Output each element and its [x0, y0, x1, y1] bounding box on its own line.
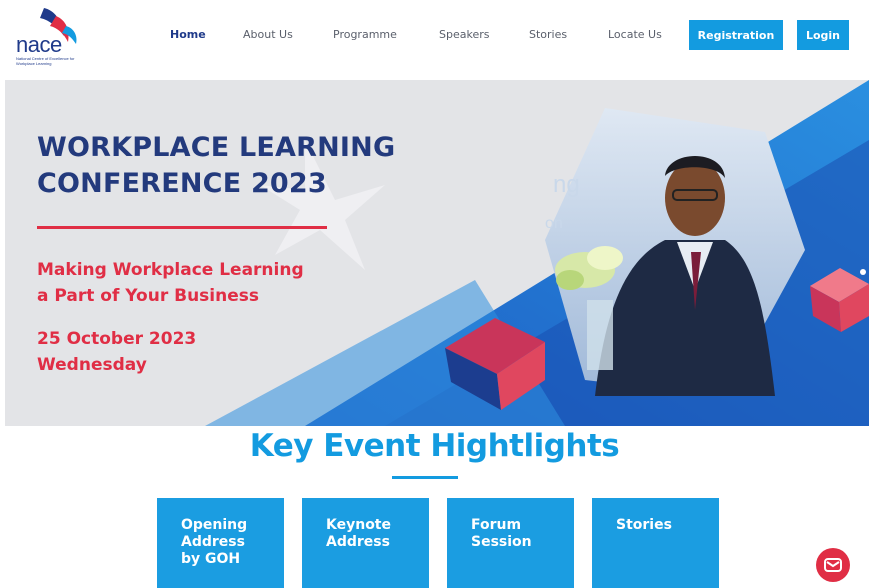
- hero-subtitle-line-2: a Part of Your Business: [37, 286, 259, 306]
- backdrop-text-1: ng: [553, 171, 580, 198]
- hero-divider: [37, 226, 327, 229]
- hero-title-line-1: WORKPLACE LEARNING: [37, 132, 396, 163]
- event-date: 25 October 2023 Wednesday: [37, 326, 196, 378]
- nav-speakers[interactable]: Speakers: [439, 28, 489, 41]
- card-line: Stories: [616, 517, 672, 533]
- nav-home[interactable]: Home: [170, 28, 206, 41]
- envelope-icon: [824, 558, 842, 572]
- hero-banner: ng on WORKPLACE LEARNING CONFERENCE 2023…: [5, 80, 869, 426]
- nav-programme[interactable]: Programme: [333, 28, 397, 41]
- backdrop-text-2: on: [545, 215, 563, 232]
- highlight-card-opening-address[interactable]: Opening Address by GOH: [157, 498, 284, 588]
- card-line: Opening: [181, 517, 248, 533]
- contact-mail-button[interactable]: [816, 548, 850, 582]
- nav-about-us[interactable]: About Us: [243, 28, 293, 41]
- event-date-line-2: Wednesday: [37, 355, 147, 375]
- card-line: Forum: [471, 517, 522, 533]
- highlights-title: Key Event Hightlights: [249, 428, 620, 464]
- card-line: Session: [471, 534, 532, 550]
- card-line: Keynote: [326, 517, 391, 533]
- registration-button[interactable]: Registration: [689, 20, 783, 50]
- hero-title: WORKPLACE LEARNING CONFERENCE 2023: [37, 130, 395, 202]
- event-date-line-1: 25 October 2023: [37, 329, 197, 349]
- highlight-card-keynote-address[interactable]: Keynote Address: [302, 498, 429, 588]
- card-line: Address: [181, 534, 245, 550]
- login-button[interactable]: Login: [797, 20, 849, 50]
- logo-tagline: National Centre of Excellence for Workpl…: [16, 56, 75, 66]
- card-line: by GOH: [181, 551, 241, 567]
- hero-subtitle-line-1: Making Workplace Learning: [37, 260, 304, 280]
- highlight-card-forum-session[interactable]: Forum Session: [447, 498, 574, 588]
- nav-stories[interactable]: Stories: [529, 28, 567, 41]
- site-header: nace National Centre of Excellence for W…: [0, 0, 869, 80]
- nav-locate-us[interactable]: Locate Us: [608, 28, 662, 41]
- highlights-underline: [392, 476, 458, 479]
- card-line: Address: [326, 534, 390, 550]
- hero-subtitle: Making Workplace Learning a Part of Your…: [37, 257, 304, 309]
- highlight-card-stories[interactable]: Stories: [592, 498, 719, 588]
- hero-title-line-2: CONFERENCE 2023: [37, 168, 327, 199]
